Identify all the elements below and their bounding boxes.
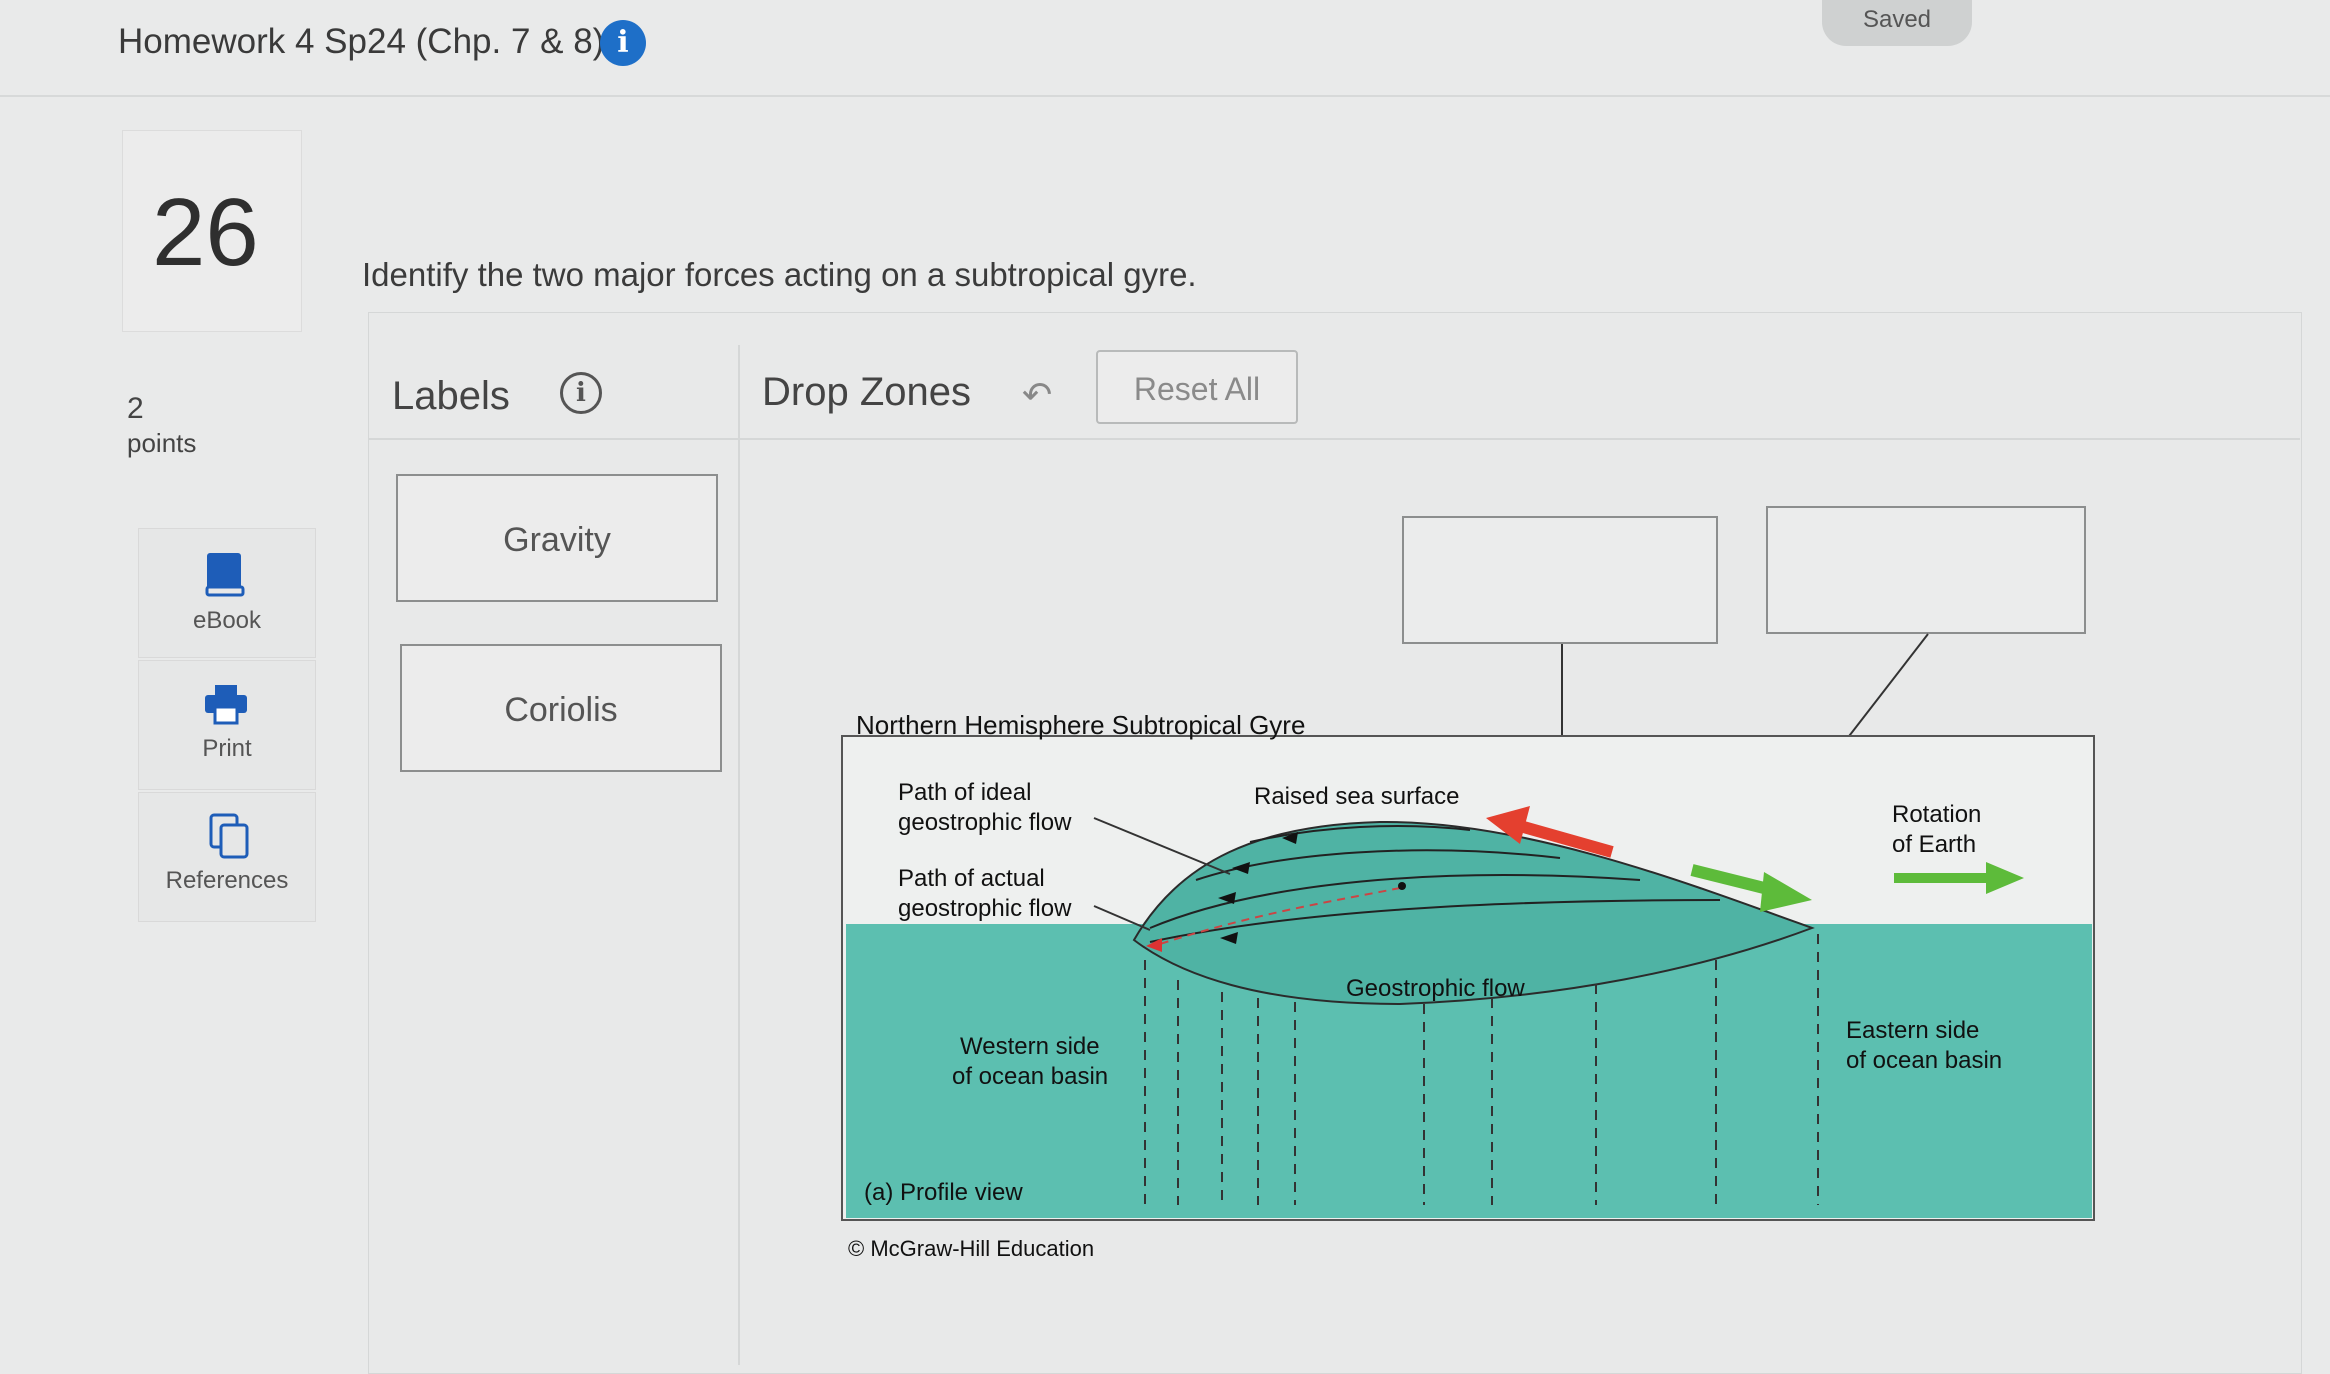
geostrophic-flow-label: Geostrophic flow <box>1346 975 1525 1002</box>
figure-title: Northern Hemisphere Subtropical Gyre <box>856 710 1305 740</box>
raised-sea-surface-label: Raised sea surface <box>1254 783 1459 810</box>
flow-origin-dot <box>1398 882 1406 890</box>
path-actual-line2: geostrophic flow <box>898 895 1072 922</box>
path-ideal-line1: Path of ideal <box>898 779 1031 806</box>
western-side-line2: of ocean basin <box>952 1063 1108 1090</box>
path-actual-line1: Path of actual <box>898 865 1045 892</box>
western-side-line1: Western side <box>960 1033 1100 1060</box>
profile-view-label: (a) Profile view <box>864 1179 1023 1206</box>
eastern-side-line2: of ocean basin <box>1846 1047 2002 1074</box>
eastern-side-line1: Eastern side <box>1846 1017 1979 1044</box>
gyre-figure: Northern Hemisphere Subtropical Gyre Pat… <box>841 633 2095 1261</box>
copyright-credit: © McGraw-Hill Education <box>848 1236 1094 1261</box>
rotation-line1: Rotation <box>1892 801 1981 828</box>
path-ideal-line2: geostrophic flow <box>898 809 1072 836</box>
rotation-line2: of Earth <box>1892 831 1976 858</box>
